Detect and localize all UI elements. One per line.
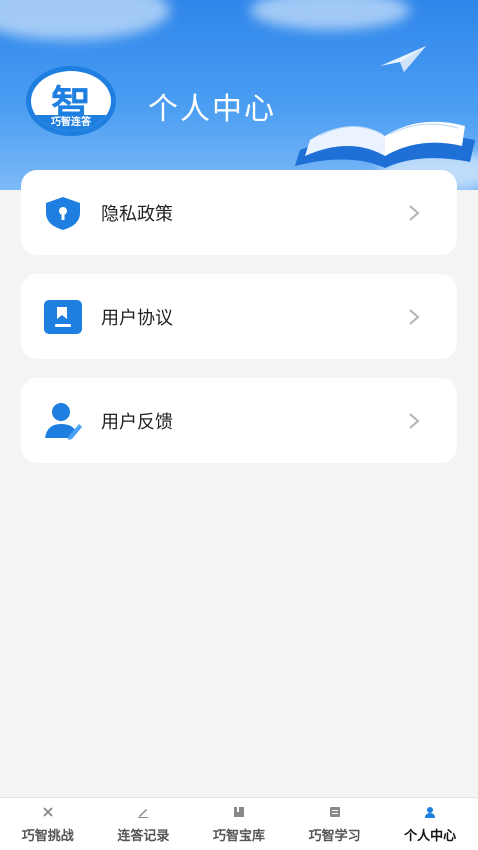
header-banner: 智 巧智连答 个人中心 — [0, 0, 478, 190]
menu-item-privacy[interactable]: 隐私政策 — [21, 170, 457, 255]
tab-study[interactable]: 巧智学习 — [287, 798, 383, 850]
tab-profile[interactable]: 个人中心 — [382, 798, 478, 850]
document-icon — [43, 297, 83, 337]
library-icon — [232, 806, 246, 818]
menu-item-agreement[interactable]: 用户协议 — [21, 274, 457, 359]
challenge-icon — [41, 806, 55, 818]
logo-band: 巧智连答 — [31, 115, 111, 131]
book-illustration — [295, 121, 475, 168]
shield-icon — [43, 193, 83, 233]
menu-item-label: 隐私政策 — [101, 203, 173, 225]
app-logo: 智 巧智连答 — [26, 66, 116, 136]
menu-item-feedback[interactable]: 用户反馈 — [21, 378, 457, 463]
chevron-right-icon — [409, 308, 420, 325]
tab-challenge[interactable]: 巧智挑战 — [0, 798, 96, 850]
cloud-decoration — [250, 0, 410, 30]
tab-label: 巧智挑战 — [21, 829, 74, 844]
tab-label: 个人中心 — [404, 829, 457, 844]
menu-item-label: 用户协议 — [101, 307, 173, 329]
cloud-decoration — [0, 0, 170, 40]
paper-plane-icon — [380, 46, 426, 72]
chevron-right-icon — [409, 204, 420, 221]
menu-item-label: 用户反馈 — [101, 411, 173, 433]
page-title: 个人中心 — [148, 92, 276, 127]
user-edit-icon — [43, 401, 83, 441]
bottom-tab-bar: 巧智挑战 连答记录 巧智宝库 巧智学习 个人中心 — [0, 797, 478, 850]
pen-icon — [136, 806, 150, 818]
tab-label: 巧智学习 — [308, 829, 361, 844]
study-icon — [328, 806, 342, 818]
tab-library[interactable]: 巧智宝库 — [191, 798, 287, 850]
tab-label: 巧智宝库 — [212, 829, 265, 844]
tab-label: 连答记录 — [117, 829, 170, 844]
profile-icon — [423, 806, 437, 818]
tab-records[interactable]: 连答记录 — [96, 798, 192, 850]
chevron-right-icon — [409, 412, 420, 429]
